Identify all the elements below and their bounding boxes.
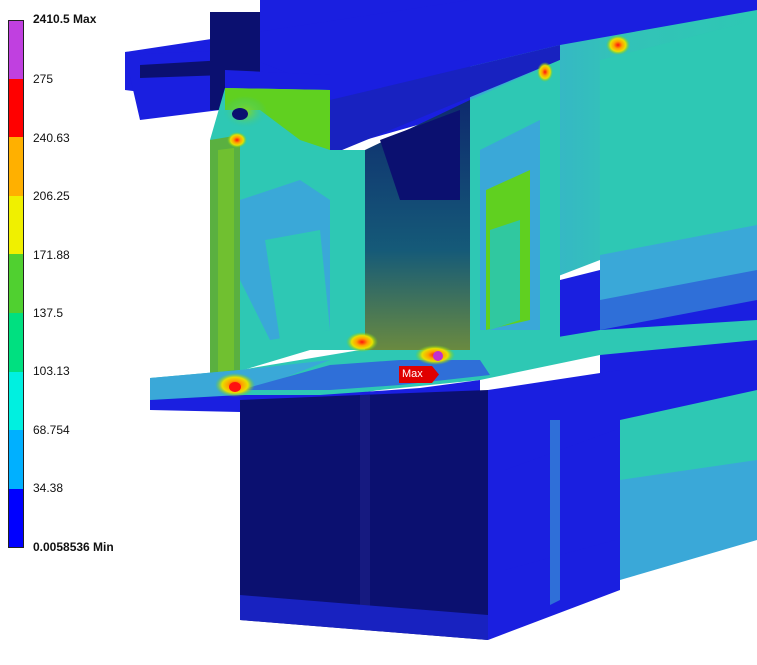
stress-legend: 2410.5 Max 275 240.63 206.25 171.88 137.… [0, 0, 140, 560]
legend-color-band [8, 137, 24, 196]
max-probe-tag[interactable]: Max [399, 366, 439, 383]
max-probe-label: Max [402, 368, 423, 380]
legend-color-band [8, 371, 24, 431]
legend-max-label: 2410.5 Max [33, 12, 97, 26]
lower-column [240, 370, 620, 640]
legend-min-label: 0.0058536 Min [33, 540, 114, 554]
legend-color-band [8, 20, 24, 80]
hotspot-top-left [227, 132, 247, 148]
legend-level-label: 34.38 [33, 481, 64, 495]
legend-color-band [8, 488, 24, 549]
legend-color-band [8, 313, 24, 372]
hotspot-center-left [346, 332, 378, 352]
legend-level-label: 240.63 [33, 131, 70, 145]
legend-level-label: 206.25 [33, 189, 70, 203]
legend-level-label: 103.13 [33, 364, 70, 378]
legend-color-band [8, 78, 24, 138]
legend-level-label: 275 [33, 72, 54, 86]
legend-color-band [8, 254, 24, 313]
legend-level-label: 137.5 [33, 306, 64, 320]
legend-level-label: 68.754 [33, 423, 70, 437]
legend-color-band [8, 430, 24, 489]
legend-level-label: 171.88 [33, 248, 70, 262]
legend-color-band [8, 195, 24, 255]
hotspot-top-right [606, 35, 630, 55]
